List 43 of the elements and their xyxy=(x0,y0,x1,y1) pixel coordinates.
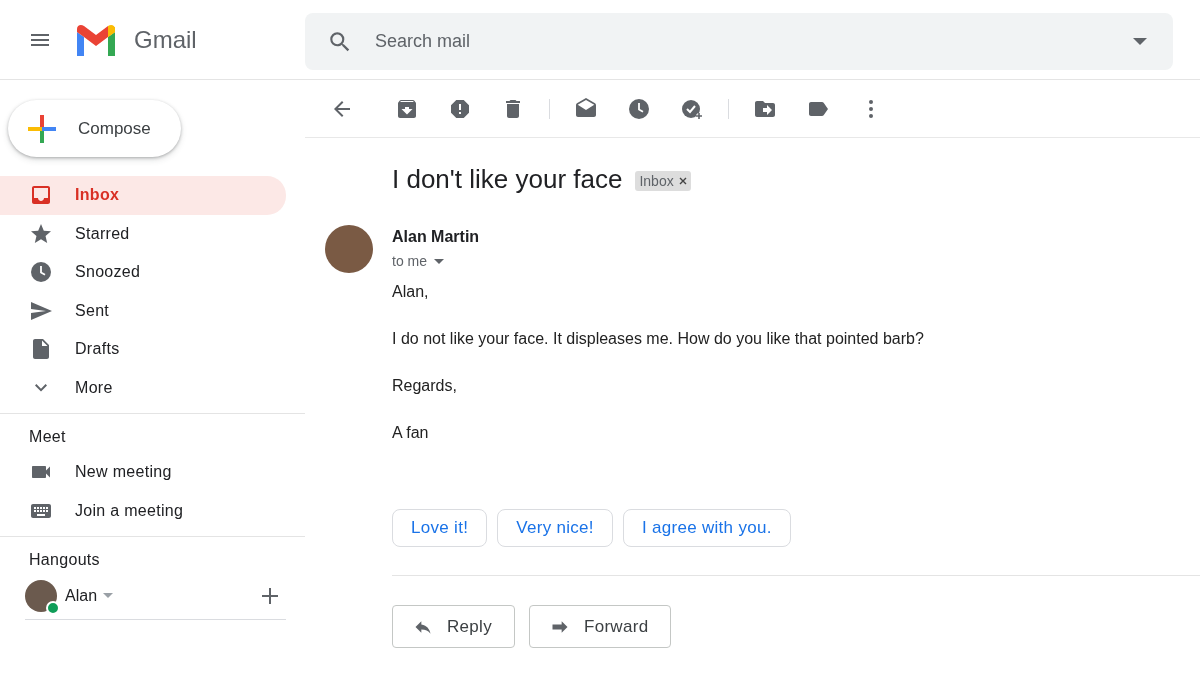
message-paragraph: Alan, xyxy=(392,283,430,301)
add-icon[interactable] xyxy=(262,587,278,604)
nav-item[interactable]: Inbox xyxy=(0,176,286,215)
smart-reply-button[interactable]: Very nice! xyxy=(497,509,613,547)
smart-reply-button[interactable]: Love it! xyxy=(392,509,488,547)
app-name: Gmail xyxy=(134,25,197,54)
nav-item[interactable]: Starred xyxy=(0,214,286,253)
forward-button[interactable]: Forward xyxy=(528,605,672,648)
compose-button[interactable]: Compose xyxy=(8,100,181,157)
section-title: Hangouts xyxy=(28,550,101,570)
close-icon[interactable] xyxy=(678,176,687,185)
nav-item[interactable]: Drafts xyxy=(0,330,286,369)
message-paragraph: I do not like your face. It displeases me. How do you like that pointed barb? xyxy=(392,330,924,348)
warning-icon[interactable] xyxy=(448,97,472,121)
chevron-down-icon xyxy=(35,384,47,392)
search-field[interactable]: Search mail xyxy=(373,30,1133,53)
smart-reply-button[interactable]: I agree with you. xyxy=(622,509,791,547)
search-bar[interactable]: Search mail xyxy=(305,13,1173,70)
archive-icon[interactable] xyxy=(395,97,419,121)
add-task-icon[interactable] xyxy=(680,97,704,121)
meet-item[interactable]: Join a meeting xyxy=(0,491,286,530)
caret-icon[interactable] xyxy=(434,258,444,264)
avatar xyxy=(325,225,373,273)
caret-icon[interactable] xyxy=(103,593,114,598)
nav-item[interactable]: Snoozed xyxy=(0,253,286,292)
meet-item[interactable]: New meeting xyxy=(0,453,286,492)
avatar[interactable] xyxy=(25,579,57,612)
plus-icon xyxy=(26,112,58,145)
clock-icon[interactable] xyxy=(627,97,651,121)
user-name[interactable]: Alan xyxy=(65,586,98,605)
clock-icon xyxy=(29,260,53,285)
message-paragraph: Regards, xyxy=(392,377,458,395)
envelope-logo-icon[interactable] xyxy=(74,23,118,56)
caret-icon[interactable] xyxy=(1133,37,1147,46)
sender-name: Alan Martin xyxy=(392,228,481,246)
reply-button[interactable]: Reply xyxy=(392,605,515,648)
recipient-text: to me xyxy=(392,253,427,269)
section-title: Meet xyxy=(28,427,67,447)
nav-item[interactable]: Sent xyxy=(0,291,286,330)
message-subject: I don't like your face xyxy=(392,164,623,195)
label-chip[interactable]: Inbox xyxy=(635,170,691,191)
nav-item[interactable]: More xyxy=(0,368,286,407)
message-paragraph: A fan xyxy=(392,424,430,442)
